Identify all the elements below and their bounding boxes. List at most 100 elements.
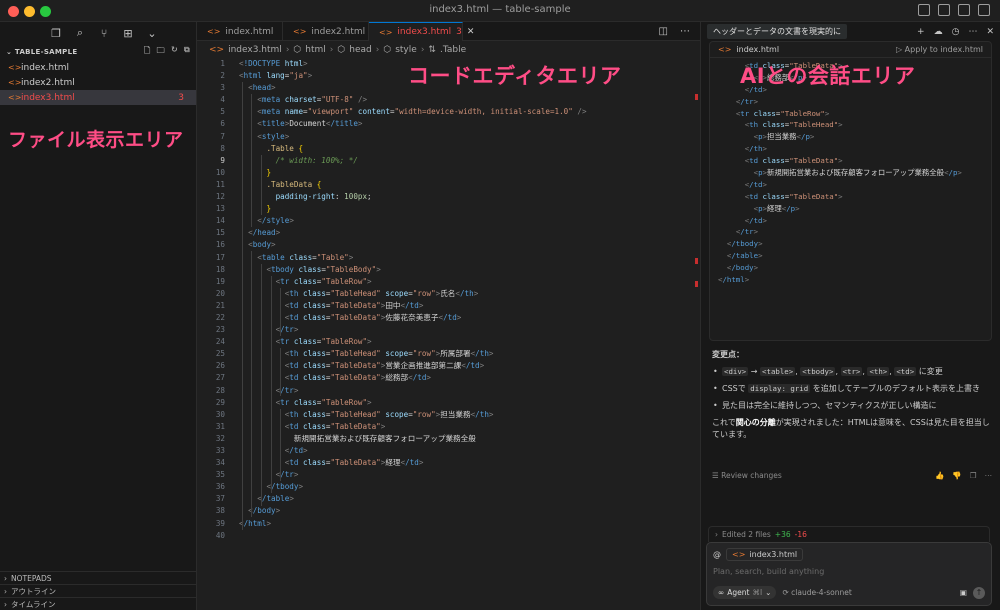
code-text: </html> [239,518,272,528]
code-line[interactable]: 32 新規開拓営業および既存顧客フォローアップ業務全般 [197,433,700,445]
breadcrumb-item[interactable]: head [349,45,371,55]
file-item-active[interactable]: <> index3.html 3 [0,90,196,105]
thumbs-down-icon[interactable]: 👎 [952,471,961,480]
code-line[interactable]: 30 <th class="TableHead" scope="row">担当業… [197,409,700,421]
chat-tab-title[interactable]: ヘッダーとデータの文書を現実的に [707,24,847,39]
agent-mode-selector[interactable]: ∞ Agent ⌘I ⌄ [713,586,777,599]
code-area[interactable]: 1 <!DOCTYPE html> 2 <html lang="ja"> 3 <head… [197,58,700,598]
breadcrumb-item[interactable]: .Table [440,45,466,55]
copy-icon[interactable]: ❐ [50,27,62,40]
line-number: 34 [215,458,225,468]
apply-button[interactable]: ▷ Apply to index.html [896,45,983,54]
file-item[interactable]: <> index2.html [0,75,196,90]
code-text: </table> [257,494,294,504]
code-line[interactable]: 28 </tr> [197,385,700,397]
more-actions-icon[interactable]: ⋯ [985,471,993,480]
code-line[interactable]: 18 <tbody class="TableBody"> [197,264,700,276]
toggle-panel-icon[interactable] [938,4,950,16]
tab-index[interactable]: <> index.html [197,22,283,41]
line-number: 27 [215,373,225,383]
code-line[interactable]: 34 <td class="TableData">経理</td> [197,457,700,469]
code-line[interactable]: 20 <th class="TableHead" scope="row">氏名<… [197,288,700,300]
code-line[interactable]: 23 </tr> [197,324,700,336]
code-line[interactable]: 9 /* width: 100%; */ [197,155,700,167]
code-line[interactable]: 13 } [197,203,700,215]
toggle-secondary-sidebar-icon[interactable] [958,4,970,16]
code-line[interactable]: 11 .TableData { [197,179,700,191]
code-card-line: </body> [726,263,759,273]
code-line[interactable]: 36 </tbody> [197,481,700,493]
code-line[interactable]: 19 <tr class="TableRow"> [197,276,700,288]
collapse-all-icon[interactable]: ⧉ [184,45,190,59]
code-line[interactable]: 16 <body> [197,239,700,251]
code-line[interactable]: 22 <td class="TableData">佐藤花奈美恵子</td> [197,312,700,324]
history-icon[interactable]: ◷ [952,27,960,37]
sidebar-sections: › NOTEPADS › アウトライン › タイムライン [0,571,196,610]
customize-layout-icon[interactable] [978,4,990,16]
code-line[interactable]: 39 </html> [197,518,700,530]
indent-guide [251,251,252,517]
new-chat-icon[interactable]: + [917,27,925,37]
more-actions-icon[interactable]: ⋯ [968,27,977,37]
tab-index2[interactable]: <> index2.html [283,22,369,41]
timeline-section[interactable]: › タイムライン [0,597,196,610]
code-line[interactable]: 17 <table class="Table"> [197,252,700,264]
breadcrumb-item[interactable]: html [305,45,326,55]
image-icon[interactable]: ▣ [960,588,967,597]
new-folder-icon[interactable]: 🗀 [157,45,165,59]
tab-problem-count: 3 [456,27,462,37]
new-file-icon[interactable]: 🗋 [144,45,151,59]
more-actions-icon[interactable]: ⋯ [680,26,690,37]
code-line[interactable]: 5 <meta name="viewport" content="width=d… [197,106,700,118]
line-number: 19 [215,276,225,286]
close-icon[interactable]: ✕ [467,27,475,37]
refresh-icon[interactable]: ↻ [171,45,178,59]
code-line[interactable]: 21 <td class="TableData">田中</td> [197,300,700,312]
code-line[interactable]: 40 [197,530,700,542]
chat-input[interactable] [713,564,983,578]
mention-icon[interactable]: @ [713,550,721,559]
code-line[interactable]: 29 <tr class="TableRow"> [197,397,700,409]
code-line[interactable]: 24 <tr class="TableRow"> [197,336,700,348]
thumbs-up-icon[interactable]: 👍 [935,471,944,480]
copy-icon[interactable]: ❐ [970,471,977,480]
edited-files-summary[interactable]: › Edited 2 files +36 -16 [708,526,990,542]
send-button[interactable]: ↑ [973,586,985,599]
outline-section[interactable]: › アウトライン [0,584,196,597]
notepads-section[interactable]: › NOTEPADS [0,571,196,584]
code-line[interactable]: 27 <td class="TableData">総務部</td> [197,372,700,384]
code-line[interactable]: 4 <meta charset="UTF-8" /> [197,94,700,106]
explorer-header[interactable]: ⌄ TABLE-SAMPLE 🗋 🗀 ↻ ⧉ [0,44,196,60]
code-line[interactable]: 37 </table> [197,493,700,505]
model-selector[interactable]: ⟳ claude-4-sonnet [782,588,851,597]
code-line[interactable]: 25 <th class="TableHead" scope="row">所属部… [197,348,700,360]
search-icon[interactable]: ⌕ [74,26,86,40]
split-editor-icon[interactable]: ◫ [659,26,668,37]
breadcrumb-item[interactable]: index3.html [228,45,282,55]
code-line[interactable]: 7 <style> [197,131,700,143]
tab-index3[interactable]: <> index3.html 3 ✕ [369,22,474,41]
chevron-down-icon[interactable]: ⌄ [146,27,158,40]
review-changes-button[interactable]: ☰ Review changes [712,471,782,480]
breadcrumb-item[interactable]: style [395,45,417,55]
code-line[interactable]: 14 </style> [197,215,700,227]
context-file-chip[interactable]: <> index3.html [726,548,804,561]
code-line[interactable]: 10 } [197,167,700,179]
summary-text: これで関心の分離が実現されました：HTMLは意味を、CSSは見た目を担当していま… [712,418,990,439]
code-line[interactable]: 15 </head> [197,227,700,239]
code-line[interactable]: 12 padding-right: 100px; [197,191,700,203]
cloud-icon[interactable]: ☁ [934,27,943,37]
code-line[interactable]: 35 </tr> [197,469,700,481]
close-icon[interactable]: ✕ [986,27,994,37]
code-line[interactable]: 38 </body> [197,505,700,517]
code-line[interactable]: 26 <td class="TableData">営業企画推進部第二課</td> [197,360,700,372]
code-line[interactable]: 31 <td class="TableData"> [197,421,700,433]
code-line[interactable]: 8 .Table { [197,143,700,155]
extensions-icon[interactable]: ⊞ [122,27,134,40]
toggle-sidebar-icon[interactable] [918,4,930,16]
code-text: <meta charset="UTF-8" /> [257,95,368,105]
file-item[interactable]: <> index.html [0,60,196,75]
code-line[interactable]: 6 <title>Document</title> [197,118,700,130]
code-line[interactable]: 33 </td> [197,445,700,457]
source-control-icon[interactable]: ⑂ [98,27,110,40]
